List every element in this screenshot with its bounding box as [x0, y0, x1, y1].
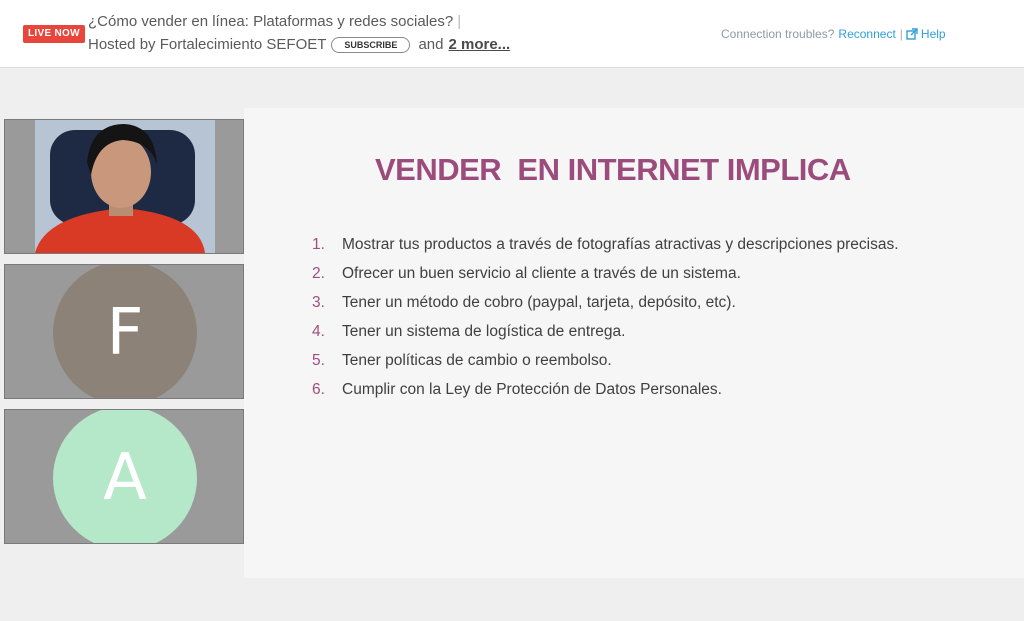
- list-item: 4. Tener un sistema de logística de entre…: [312, 323, 626, 340]
- divider: |: [899, 27, 903, 41]
- avatar-f: F: [53, 265, 197, 398]
- slide-list: 1. Mostrar tus productos a través de foto…: [312, 236, 899, 410]
- connection-troubles-text: Connection troubles?: [721, 27, 835, 41]
- avatar-a: A: [53, 410, 197, 543]
- help-link[interactable]: Help: [906, 27, 946, 41]
- more-hosts-link[interactable]: 2 more...: [448, 36, 510, 53]
- slide-title: VENDER EN INTERNET IMPLICA: [375, 152, 851, 187]
- and-text: and: [418, 36, 444, 53]
- help-label: Help: [920, 27, 946, 41]
- presentation-slide: VENDER EN INTERNET IMPLICA 1. Mostrar tus…: [244, 108, 1024, 578]
- title-separator: |: [457, 13, 462, 30]
- subscribe-button[interactable]: SUBSCRIBE: [331, 36, 411, 53]
- host-row: Hosted by Fortalecimiento SEFOET SUBSCRI…: [88, 36, 510, 53]
- hosted-by-text: Hosted by Fortalecimiento SEFOET: [88, 36, 327, 53]
- live-badge: LIVE NOW: [23, 25, 85, 43]
- webinar-title-row: ¿Cómo vender en línea: Plataformas y red…: [88, 13, 461, 30]
- list-item: 3. Tener un método de cobro (paypal, tarj…: [312, 294, 736, 311]
- participant-tile-f[interactable]: F: [4, 264, 244, 399]
- list-item: 1. Mostrar tus productos a través de foto…: [312, 236, 899, 253]
- participant-tile-a[interactable]: A: [4, 409, 244, 544]
- list-item: 6. Cumplir con la Ley de Protección de Da…: [312, 381, 722, 398]
- participant-video-tile[interactable]: [4, 119, 244, 254]
- presenter-video: [5, 120, 243, 253]
- top-bar: LIVE NOW ¿Cómo vender en línea: Platafor…: [0, 0, 1024, 68]
- avatar-initial: F: [106, 296, 144, 370]
- avatar-initial: A: [103, 441, 147, 515]
- reconnect-link[interactable]: Reconnect: [838, 27, 895, 41]
- connection-bar: Connection troubles? Reconnect | Help: [721, 27, 946, 41]
- webinar-title: ¿Cómo vender en línea: Plataformas y red…: [88, 13, 454, 30]
- list-item: 5. Tener políticas de cambio o reembolso.: [312, 352, 612, 369]
- list-item: 2. Ofrecer un buen servicio al cliente a …: [312, 265, 741, 282]
- external-link-icon: [906, 28, 918, 40]
